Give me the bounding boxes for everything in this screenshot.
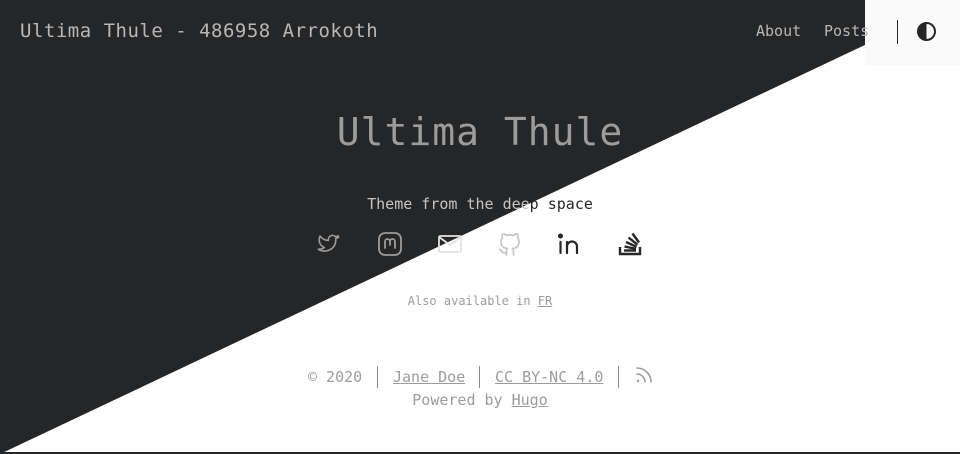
nav-posts[interactable]: Posts [824, 22, 869, 40]
footer-divider [479, 366, 480, 388]
language-notice: Also available in FR [0, 294, 960, 308]
language-link-fr[interactable]: FR [538, 294, 552, 308]
tagline: Theme from the deep space [0, 195, 960, 213]
nav-divider [897, 20, 898, 44]
copyright-text: © 2020 [308, 368, 363, 386]
footer-divider [618, 366, 619, 388]
powered-prefix: Powered by [412, 391, 512, 409]
email-icon [438, 235, 462, 253]
github-link[interactable] [497, 231, 523, 257]
linkedin-link[interactable] [557, 231, 583, 257]
site-header: Ultima Thule - 486958 Arrokoth About Pos… [0, 0, 960, 65]
email-link[interactable] [437, 231, 463, 257]
language-prefix: Also available in [407, 294, 538, 308]
rss-icon [636, 367, 652, 383]
site-title[interactable]: Ultima Thule - 486958 Arrokoth [20, 20, 378, 42]
nav-about[interactable]: About [756, 22, 801, 40]
footer-divider [377, 366, 378, 388]
twitter-icon [317, 234, 340, 252]
footer-meta: © 2020 Jane Doe CC BY-NC 4.0 [0, 366, 960, 388]
linkedin-icon [557, 233, 579, 255]
stackoverflow-icon [618, 232, 642, 256]
tagline-light-part: Theme from the dee [367, 195, 530, 213]
theme-toggle-button[interactable] [916, 21, 937, 42]
mastodon-link[interactable] [377, 231, 403, 257]
contrast-icon [917, 22, 936, 41]
powered-by: Powered by Hugo [0, 391, 960, 409]
hero-title: Ultima Thule [336, 110, 624, 154]
hugo-link[interactable]: Hugo [512, 391, 548, 409]
twitter-link[interactable] [317, 231, 343, 257]
author-link[interactable]: Jane Doe [393, 368, 465, 386]
github-icon [498, 232, 520, 256]
license-link[interactable]: CC BY-NC 4.0 [495, 368, 603, 386]
stackoverflow-link[interactable] [617, 231, 643, 257]
tagline-dark-part: p space [529, 195, 593, 213]
mastodon-icon [378, 232, 402, 256]
rss-link[interactable] [635, 366, 653, 384]
